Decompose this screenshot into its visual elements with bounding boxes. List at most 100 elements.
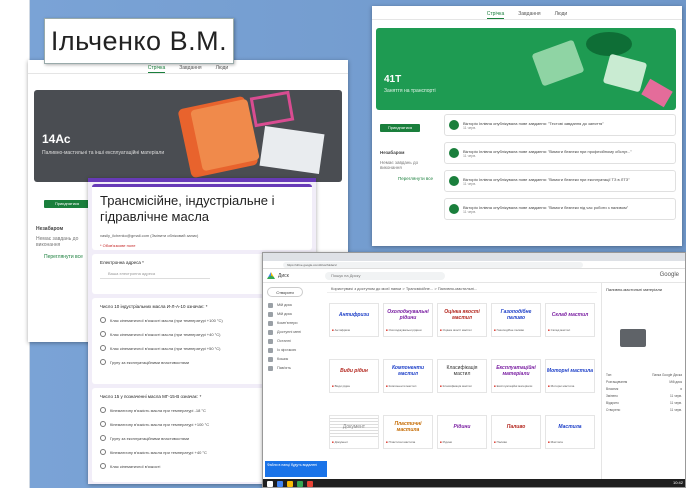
left-partial-window [0,0,30,488]
stream-post[interactable]: Вікторія Іллівна опублікувала нове завда… [444,170,676,192]
file-tile[interactable]: Класифікація мастилКласифікація мастил [437,359,487,393]
radio-button[interactable] [100,463,106,469]
nav-item[interactable]: Кошик [263,355,325,364]
file-tile[interactable]: Моторні мастилаМоторні мастила [545,359,595,393]
start-icon[interactable] [267,481,273,487]
radio-button[interactable] [100,359,106,365]
radio-button[interactable] [100,345,106,351]
search-input[interactable]: Пошук на Диску [325,272,445,280]
address-bar: https://drive.google.com/drive/folders/ [263,261,685,269]
details-row: Створено 11 черв. [606,408,682,412]
tab-stream[interactable]: Стрічка [486,11,505,19]
tab-stream[interactable]: Стрічка [147,65,166,73]
details-panel: Паливно-мастильні матеріали Тип Папка Goo… [601,283,685,487]
drive-sidebar: Створити Мій диск Мій диск Комп'ютери До… [263,283,325,487]
chrome-icon[interactable] [297,481,303,487]
upcoming-text: Немає завдань до виконання [36,236,79,248]
radio-button[interactable] [100,317,106,323]
nav-item[interactable]: Мій диск [263,301,325,310]
details-title: Паливно-мастильні матеріали [606,287,663,292]
decor-shape [531,39,585,87]
taskbar: 10:42 [263,479,685,487]
radio-button[interactable] [100,435,106,441]
radio-button[interactable] [100,331,106,337]
class-stream: Вікторія Іллівна опублікувала нове завда… [444,114,676,226]
drive-header: Диск Пошук на Диску Google [263,269,685,283]
account-line[interactable]: vasily_ilchenko@gmail.com (Змінити облік… [100,233,198,238]
assignment-icon [449,176,459,186]
assignment-icon [449,204,459,214]
folder-app-icon[interactable] [287,481,293,487]
file-tile[interactable]: ДокументДокумент [329,415,379,449]
file-tile[interactable]: РідиниРідини [437,415,487,449]
join-button[interactable]: Приєднатися [380,124,420,132]
view-all-link[interactable]: Переглянути все [398,176,433,181]
nav-item[interactable]: Комп'ютери [263,319,325,328]
upcoming-text: Немає завдань до виконання [380,160,419,170]
details-row: Тип Папка Google Диска [606,373,682,377]
file-tile[interactable]: Компоненти мастилКомпоненти мастил [383,359,433,393]
stream-post[interactable]: Вікторія Іллівна опублікувала нове завда… [444,114,676,136]
file-tile[interactable]: Склад мастилСклад мастил [545,303,595,337]
class-sidebar: Приєднатися Незабаром Немає завдань до в… [34,190,92,320]
classroom-tabs: Стрічка Завдання Люди [372,6,682,20]
new-button[interactable]: Створити [267,287,303,297]
google-drive-window: https://drive.google.com/drive/folders/ … [262,252,686,488]
ruler-illustration [249,90,295,128]
app-name: Диск [278,273,289,279]
notification-banner[interactable]: Файли в папці будуть видалені [265,461,327,477]
nav-item[interactable]: Пам'ять [263,364,325,373]
file-tile[interactable]: Експлуатаційні матеріалиЕксплуатаційні м… [491,359,541,393]
tab-classwork[interactable]: Завдання [179,65,201,73]
url-field[interactable]: https://drive.google.com/drive/folders/ [283,262,583,268]
upcoming-heading: Незабаром [380,150,405,155]
file-tile[interactable]: Оцінка якості мастилОцінка якості мастил [437,303,487,337]
file-tile[interactable]: Пластичні мастилаПластичні мастила [383,415,433,449]
details-rows: Тип Папка Google Диска Розташування Мій ди… [606,373,682,415]
form-header: Трансмісійне, індустріальне і гідравлічн… [92,184,312,250]
assignment-icon [449,148,459,158]
classroom-41t-window: Стрічка Завдання Люди 41Т Заняття на тра… [372,6,682,246]
breadcrumb[interactable]: Користувачі з доступом до моєї папки > Т… [327,283,597,293]
tab-classwork[interactable]: Завдання [518,11,540,19]
folder-icon [620,329,646,347]
form-accent-bar [88,178,316,182]
radio-button[interactable] [100,449,106,455]
view-all-link[interactable]: Переглянути все [44,254,83,260]
file-tile[interactable]: Охолоджувальні рідиниОхолоджувальні ріди… [383,303,433,337]
assignment-icon [449,120,459,130]
browser-tabs[interactable] [263,253,685,261]
file-tile[interactable]: МастилаМастила [545,415,595,449]
class-sidebar: Приєднатися Незабаром Немає завдань до в… [378,114,440,234]
required-note: * Обов'язкове поле [100,243,136,248]
file-tile[interactable]: Види рідинВиди рідин [329,359,379,393]
app-icon[interactable] [277,481,283,487]
google-logo: Google [659,272,679,278]
drive-logo-icon [267,272,275,279]
nav-item[interactable]: Останні [263,337,325,346]
file-tile[interactable]: Газоподібне паливоГазоподібне паливо [491,303,541,337]
stream-post[interactable]: Вікторія Іллівна опублікувала нове завда… [444,198,676,220]
app-icon[interactable] [307,481,313,487]
stream-post[interactable]: Вікторія Іллівна опублікувала нове завда… [444,142,676,164]
class-banner: 14Ас Паливно-мастильні та інші експлуата… [34,90,342,182]
file-tile[interactable]: ПаливоПаливо [491,415,541,449]
tab-people[interactable]: Люди [555,11,568,19]
radio-button[interactable] [100,421,106,427]
author-name-label: Ільченко В.М. [44,18,234,64]
email-field[interactable]: Ваша електронна адреса [100,269,210,279]
nav-item[interactable]: Мій диск [263,310,325,319]
file-tile[interactable]: АнтифризиАнтифризи [329,303,379,337]
upcoming-heading: Незабаром [36,226,64,232]
radio-button[interactable] [100,407,106,413]
join-button[interactable]: Приєднатися [44,200,90,208]
class-title: 14Ас [42,132,71,146]
details-row: Змінено 11 черв. [606,394,682,398]
decor-shape [602,53,648,93]
book-illustration [190,98,260,172]
class-title: 41Т [384,74,402,85]
tab-people[interactable]: Люди [216,65,229,73]
nav-item[interactable]: Доступні мені [263,328,325,337]
class-banner: 41Т Заняття на транспорті [376,28,676,110]
nav-item[interactable]: Із зірочкою [263,346,325,355]
